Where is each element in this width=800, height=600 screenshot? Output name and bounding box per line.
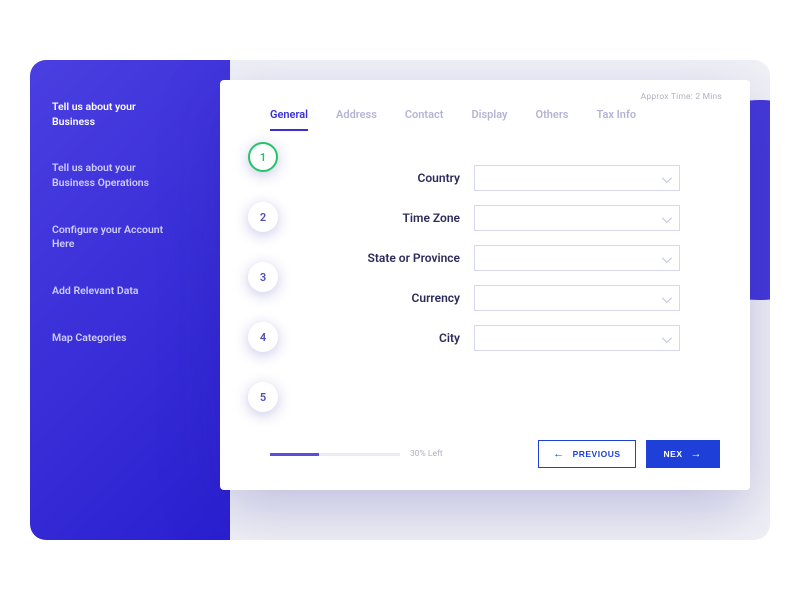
step-circle-1[interactable]: 1	[248, 142, 278, 172]
select-state[interactable]	[474, 245, 680, 271]
field-row: Currency	[330, 285, 680, 311]
tab-taxinfo[interactable]: Tax Info	[596, 108, 636, 131]
next-label: NEX	[664, 449, 683, 459]
select-country[interactable]	[474, 165, 680, 191]
select-timezone[interactable]	[474, 205, 680, 231]
field-row: Country	[330, 165, 680, 191]
sidebar: Tell us about your Business Tell us abou…	[30, 60, 230, 540]
label-currency: Currency	[330, 291, 460, 305]
progress-bar	[270, 453, 400, 456]
next-button[interactable]: NEX →	[646, 440, 720, 468]
field-row: City	[330, 325, 680, 351]
label-country: Country	[330, 171, 460, 185]
label-city: City	[330, 331, 460, 345]
arrow-left-icon: ←	[553, 449, 565, 460]
previous-label: PREVIOUS	[573, 449, 621, 459]
progress-fill	[270, 453, 319, 456]
arrow-right-icon: →	[691, 449, 703, 460]
tab-general[interactable]: General	[270, 108, 308, 131]
step-add-data[interactable]: Add Relevant Data	[52, 284, 210, 299]
step-business[interactable]: Tell us about your Business	[52, 100, 210, 129]
form: Country Time Zone State or Province Curr…	[270, 165, 720, 351]
tabs: General Address Contact Display Others T…	[270, 108, 720, 131]
step-map-categories[interactable]: Map Categories	[52, 331, 210, 346]
step-circle-2[interactable]: 2	[248, 202, 278, 232]
select-city[interactable]	[474, 325, 680, 351]
label-state: State or Province	[330, 251, 460, 265]
step-circles: 1 2 3 4 5	[248, 142, 278, 442]
step-operations[interactable]: Tell us about your Business Operations	[52, 161, 210, 190]
action-buttons: ← PREVIOUS NEX →	[538, 440, 720, 468]
select-currency[interactable]	[474, 285, 680, 311]
tab-address[interactable]: Address	[336, 108, 377, 131]
approx-time: Approx Time: 2 Mins	[641, 92, 722, 102]
field-row: Time Zone	[330, 205, 680, 231]
main-card: Approx Time: 2 Mins General Address Cont…	[220, 80, 750, 490]
tab-contact[interactable]: Contact	[405, 108, 444, 131]
tab-others[interactable]: Others	[535, 108, 568, 131]
app-canvas: DiveShop360 Tell us about your Business …	[30, 60, 770, 540]
step-configure[interactable]: Configure your Account Here	[52, 223, 210, 252]
previous-button[interactable]: ← PREVIOUS	[538, 440, 635, 468]
label-timezone: Time Zone	[330, 211, 460, 225]
step-circle-4[interactable]: 4	[248, 322, 278, 352]
step-circle-5[interactable]: 5	[248, 382, 278, 412]
step-circle-3[interactable]: 3	[248, 262, 278, 292]
field-row: State or Province	[330, 245, 680, 271]
tab-display[interactable]: Display	[471, 108, 507, 131]
progress-label: 30% Left	[410, 449, 443, 459]
card-footer: 30% Left ← PREVIOUS NEX →	[270, 440, 720, 468]
